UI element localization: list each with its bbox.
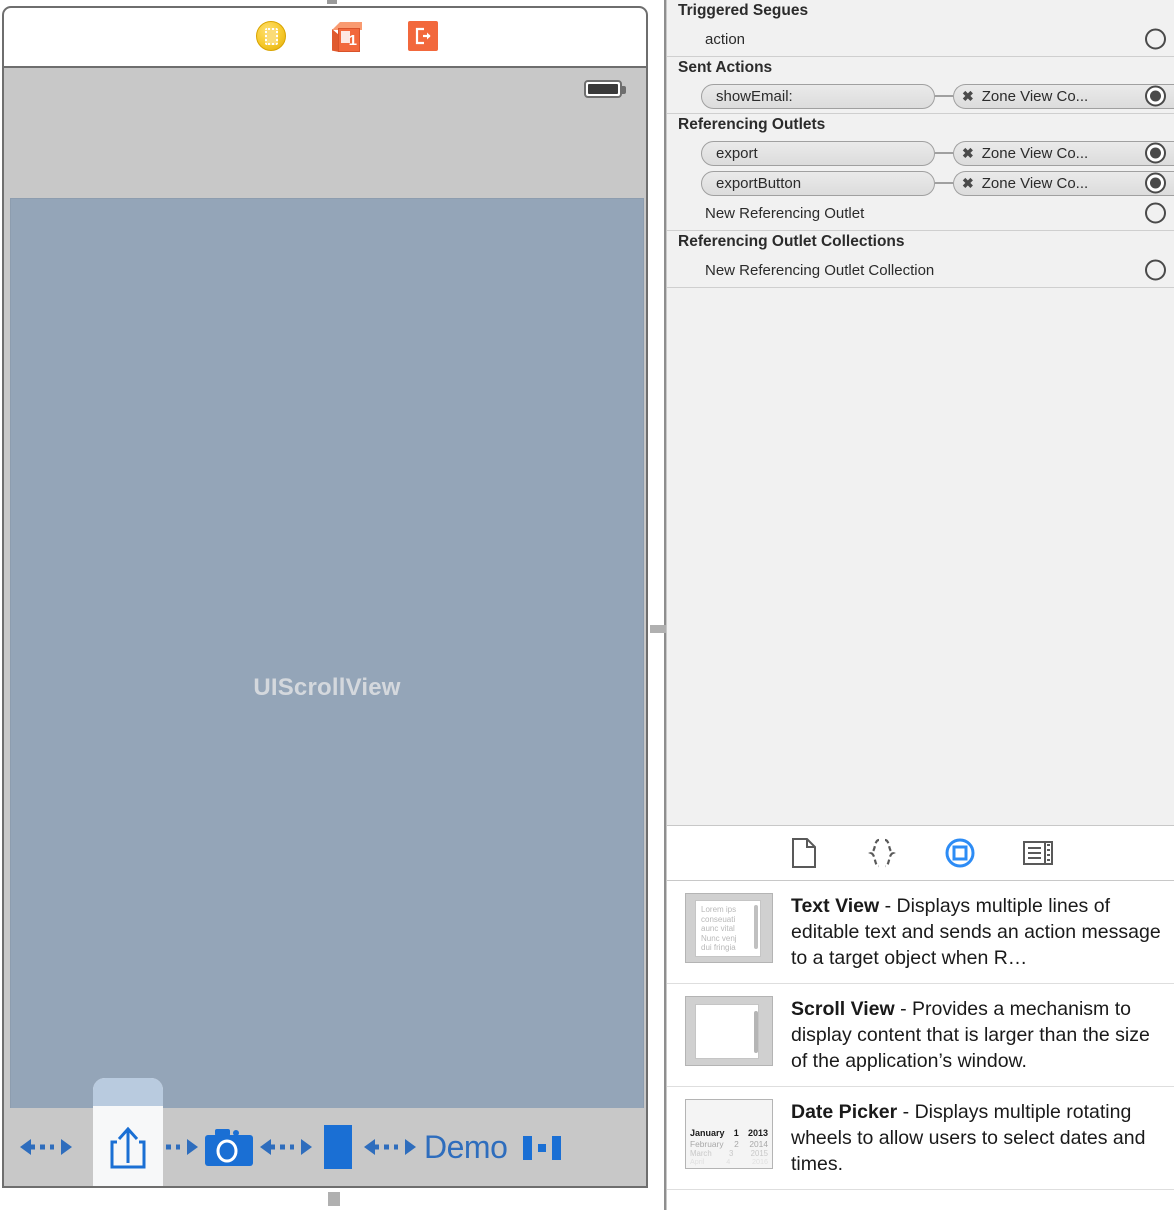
connection-target-label: Zone View Co...: [981, 144, 1089, 162]
connection-source-label: exportButton: [716, 174, 802, 192]
connection-target-label: Zone View Co...: [981, 174, 1089, 192]
inspector-connection-row[interactable]: exportButton ✖ Zone View Co...: [667, 168, 1174, 198]
inspector-empty-row[interactable]: New Referencing Outlet Collection: [667, 255, 1174, 285]
disconnect-icon[interactable]: ✖: [962, 146, 974, 160]
connection-target-pill[interactable]: ✖ Zone View Co...: [953, 83, 1174, 109]
uiscrollview-placeholder[interactable]: UIScrollView: [10, 198, 644, 1177]
exit-icon[interactable]: [408, 21, 440, 53]
inspector-section-title: Referencing Outlets: [678, 116, 826, 133]
status-bar: [4, 68, 646, 194]
connections-inspector[interactable]: Triggered Segues action Sent Actions showEm…: [666, 0, 1174, 825]
connection-well-empty-icon[interactable]: [1145, 28, 1166, 50]
object-library-panel[interactable]: Lorem ips conseuati aunc vital Nunc venj dui…: [666, 825, 1174, 1210]
vertical-scrollbar[interactable]: [650, 0, 666, 1210]
library-item[interactable]: January 1 2013 February 2 2014 March 3 2015 April…: [667, 1087, 1174, 1190]
inspector-section: Referencing Outlet Collections New Refere…: [667, 231, 1174, 287]
square-button[interactable]: [314, 1125, 362, 1169]
connection-target-label: Zone View Co...: [981, 87, 1089, 105]
library-item-description: Text View - Displays multiple lines of e…: [791, 893, 1168, 971]
inspector-section: Sent Actions showEmail: ✖ Zone View Co...: [667, 57, 1174, 113]
xcode-interface-builder-window: 1 UIScrollView Demo Triggered Segues act…: [0, 0, 1174, 1210]
demo-button[interactable]: Demo: [424, 1128, 508, 1166]
connection-source-pill[interactable]: showEmail:: [701, 83, 935, 109]
connection-line: [935, 152, 953, 154]
connection-well-filled-icon[interactable]: [1145, 85, 1166, 107]
inspector-connection-row[interactable]: export ✖ Zone View Co...: [667, 138, 1174, 168]
connection-source-pill[interactable]: export: [701, 140, 935, 166]
inspector-empty-row[interactable]: action: [667, 24, 1174, 54]
inspector-empty-row[interactable]: New Referencing Outlet: [667, 198, 1174, 228]
flexible-space-icon: [258, 1130, 314, 1164]
library-item-title: Date Picker: [791, 1101, 898, 1123]
object-library-tab[interactable]: [943, 836, 977, 870]
ios-device-frame[interactable]: UIScrollView Demo: [2, 68, 648, 1188]
library-item[interactable]: Lorem ips conseuati aunc vital Nunc venj dui…: [667, 881, 1174, 984]
date-picker-thumb-icon: January 1 2013 February 2 2014 March 3 2015 April…: [685, 1099, 773, 1169]
battery-icon: [584, 80, 626, 98]
inspector-row-label: New Referencing Outlet: [705, 204, 865, 222]
library-item[interactable]: Scroll View - Provides a mechanism to di…: [667, 984, 1174, 1087]
flexible-space-icon: [18, 1130, 74, 1164]
connection-source-label: export: [716, 144, 758, 162]
horizontal-scrollbar[interactable]: [2, 1188, 648, 1210]
camera-button[interactable]: [200, 1126, 258, 1168]
text-view-thumb-icon: Lorem ips conseuati aunc vital Nunc venj dui…: [685, 893, 773, 963]
inspector-section-title: Referencing Outlet Collections: [678, 233, 905, 250]
connection-line: [935, 95, 953, 97]
ios-toolbar[interactable]: Demo: [4, 1078, 646, 1186]
scene-dock[interactable]: 1: [2, 6, 648, 68]
connection-well-filled-icon[interactable]: [1145, 172, 1166, 194]
horizontal-scrollbar-thumb[interactable]: [328, 1192, 340, 1206]
connection-line: [935, 182, 953, 184]
inspector-section: Referencing Outlets export ✖ Zone View Co..…: [667, 114, 1174, 230]
vertical-scrollbar-thumb[interactable]: [650, 625, 666, 633]
inspector-row-label: New Referencing Outlet Collection: [705, 261, 935, 279]
disconnect-icon[interactable]: ✖: [962, 89, 974, 103]
connection-target-pill[interactable]: ✖ Zone View Co...: [953, 140, 1174, 166]
inspector-connection-row[interactable]: showEmail: ✖ Zone View Co...: [667, 81, 1174, 111]
inspector-row-label: action: [705, 30, 746, 48]
flexible-space-icon: [362, 1130, 418, 1164]
scroll-view-thumb-icon: [685, 996, 773, 1066]
connection-source-pill[interactable]: exportButton: [701, 170, 935, 196]
inspector-section-title: Sent Actions: [678, 59, 773, 76]
storyboard-canvas[interactable]: 1 UIScrollView Demo: [0, 0, 666, 1210]
library-item-title: Text View: [791, 895, 880, 917]
first-responder-icon[interactable]: 1: [332, 22, 364, 52]
inspector-section-title: Triggered Segues: [678, 2, 809, 19]
connection-well-empty-icon[interactable]: [1145, 259, 1166, 281]
inspector-divider: [667, 287, 1174, 288]
view-controller-icon[interactable]: [256, 21, 288, 53]
demo-label: Demo: [424, 1128, 508, 1165]
uiscrollview-label: UIScrollView: [253, 673, 401, 701]
connection-source-label: showEmail:: [716, 87, 793, 105]
connection-target-pill[interactable]: ✖ Zone View Co...: [953, 170, 1174, 196]
library-item-description: Date Picker - Displays multiple rotating…: [791, 1099, 1168, 1177]
canvas-top-nub: [327, 0, 337, 4]
file-template-library-tab[interactable]: [787, 836, 821, 870]
library-item-title: Scroll View: [791, 998, 895, 1020]
code-snippet-library-tab[interactable]: [865, 836, 899, 870]
connection-well-filled-icon[interactable]: [1145, 142, 1166, 164]
library-item-description: Scroll View - Provides a mechanism to di…: [791, 996, 1168, 1074]
media-library-tab[interactable]: [1021, 836, 1055, 870]
share-button[interactable]: [93, 1122, 163, 1174]
disconnect-icon[interactable]: ✖: [962, 176, 974, 190]
inspector-section: Triggered Segues action: [667, 0, 1174, 56]
pause-button[interactable]: [521, 1130, 565, 1164]
library-tab-bar[interactable]: [667, 826, 1174, 881]
connection-well-empty-icon[interactable]: [1145, 202, 1166, 224]
